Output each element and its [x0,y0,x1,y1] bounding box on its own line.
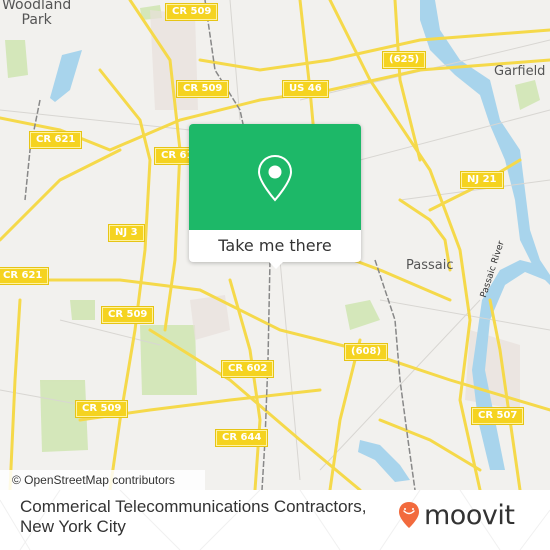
place-label-line: Park [21,12,52,28]
route-shield: CR 507 [470,407,525,425]
route-shield: CR 509 [164,3,219,21]
park [345,300,380,330]
place-label-woodland-park: Woodland Park [2,0,71,28]
park [70,300,95,320]
route-shield: CR 509 [74,400,129,418]
canal [358,440,410,482]
moovit-pin-icon [399,502,419,528]
location-title: Commerical Telecommunications Contractor… [20,497,367,536]
route-shield: CR 621 [0,267,50,285]
route-shield: CR 509 [175,80,230,98]
footer: Commerical Telecommunications Contractor… [0,490,550,550]
popup-header[interactable] [189,124,361,230]
place-label-passaic: Passaic [406,258,454,273]
route-shield: CR 509 [100,306,155,324]
park [515,80,540,110]
route-shield: CR 602 [220,360,275,378]
popup-pointer [268,261,284,269]
map-pin-icon [257,154,293,202]
route-shield: CR 644 [214,429,269,447]
route-shield: CR 621 [28,131,83,149]
route-shield: NJ 21 [460,171,504,189]
route-shield: (625) [381,51,427,69]
route-shield: NJ 3 [108,224,145,242]
moovit-logo[interactable]: moovit [398,499,515,531]
route-shield: (608) [343,343,389,361]
take-me-there-button[interactable]: Take me there [189,230,361,262]
map-attribution[interactable]: © OpenStreetMap contributors [0,470,205,490]
park [5,40,28,78]
location-popup[interactable]: Take me there [189,124,361,269]
route-shield: US 46 [282,80,329,98]
lake [50,50,82,102]
river [420,0,550,285]
park [140,325,197,395]
moovit-wordmark: moovit [424,499,515,531]
place-label-garfield: Garfield [494,64,546,79]
